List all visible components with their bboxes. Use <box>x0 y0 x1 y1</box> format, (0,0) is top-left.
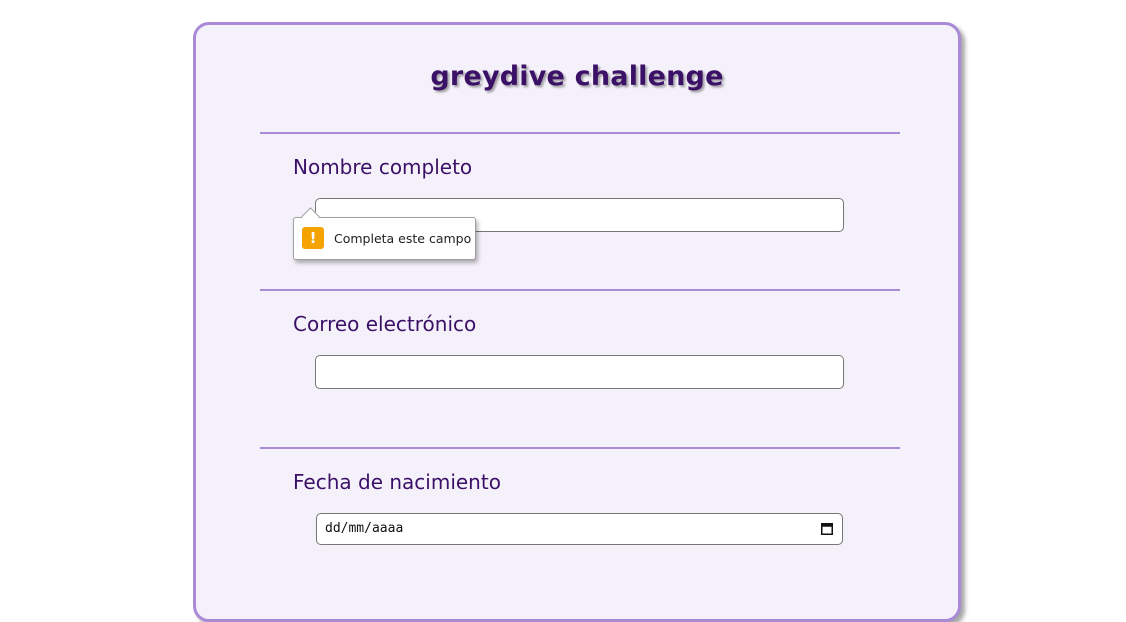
validation-message: Completa este campo <box>334 231 472 246</box>
warning-icon: ! <box>302 227 324 249</box>
email-input[interactable] <box>315 355 844 389</box>
form-card: greydive challenge Nombre completo Corre… <box>193 22 961 622</box>
form-title: greydive challenge <box>430 61 724 92</box>
section-divider <box>260 447 900 449</box>
validation-tooltip: ! Completa este campo <box>293 207 476 260</box>
full-name-label: Nombre completo <box>293 155 473 179</box>
birthdate-input[interactable]: dd/mm/aaaa <box>316 513 843 545</box>
birthdate-label: Fecha de nacimiento <box>293 470 501 494</box>
section-divider <box>260 289 900 291</box>
calendar-icon[interactable] <box>821 522 833 535</box>
section-divider <box>260 132 900 134</box>
date-placeholder: dd/mm/aaaa <box>325 521 404 536</box>
email-label: Correo electrónico <box>293 312 477 336</box>
